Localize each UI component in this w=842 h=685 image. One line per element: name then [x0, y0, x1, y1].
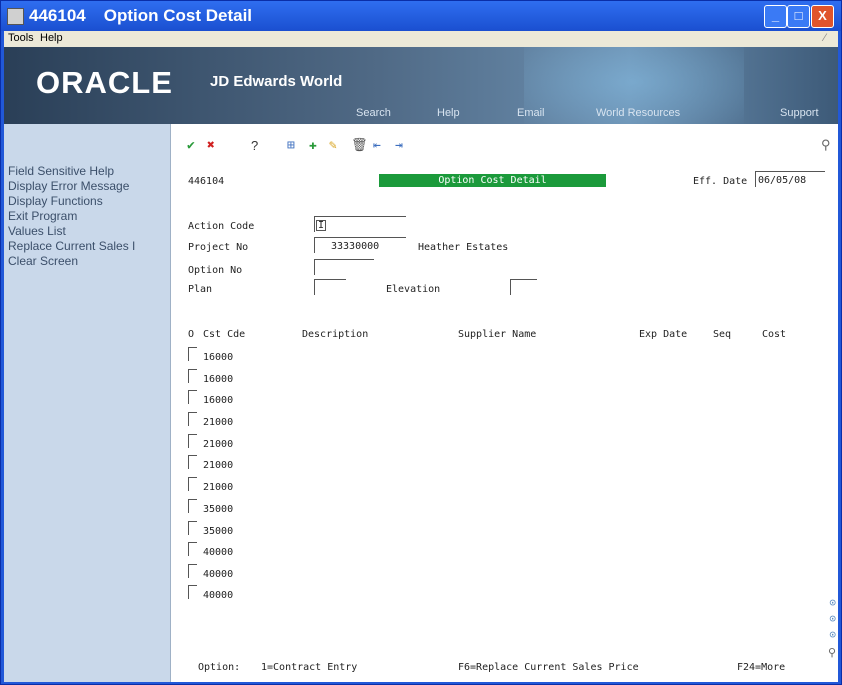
row-option-field[interactable] — [188, 564, 197, 578]
window-title-text: Option Cost Detail — [103, 6, 253, 25]
option-no-field[interactable] — [314, 259, 374, 275]
delete-icon[interactable]: 🗑 — [351, 138, 368, 153]
project-name: Heather Estates — [418, 242, 509, 253]
cancel-icon[interactable]: ✖ — [207, 138, 215, 153]
menu-help[interactable]: Help — [40, 32, 63, 44]
row-cst-cde: 21000 — [203, 417, 234, 428]
form-program-id: 446104 — [188, 176, 225, 187]
nav-support[interactable]: Support — [780, 107, 819, 119]
row-option-field[interactable] — [188, 455, 197, 469]
row-option-field[interactable] — [188, 347, 197, 361]
footer-option-label: Option: — [198, 662, 241, 673]
col-option: O — [188, 329, 195, 340]
search-icon[interactable]: ⚲ — [821, 138, 831, 153]
title-bar: 446104 Option Cost Detail _ □ X — [1, 1, 841, 31]
col-cost: Cost — [762, 329, 787, 340]
action-code-value: I — [316, 220, 327, 231]
col-cst-cde: Cst Cde — [203, 329, 246, 340]
option-no-label: Option No — [188, 265, 243, 276]
maximize-button[interactable]: □ — [787, 5, 810, 28]
sidebar-item-clear-screen[interactable]: Clear Screen — [8, 254, 168, 268]
change-icon[interactable]: ✎ — [329, 138, 337, 153]
oracle-logo: ORACLE — [36, 65, 173, 100]
col-description: Description — [302, 329, 369, 340]
scroll-end-icon[interactable]: ⊙ — [829, 628, 836, 641]
form-header-title: Option Cost Detail — [379, 174, 606, 187]
eff-date-label: Eff. Date — [693, 176, 748, 187]
row-option-field[interactable] — [188, 499, 197, 513]
product-name: JD Edwards World — [210, 73, 343, 90]
form-area: ✔ ✖ ? ⊞ ✚ ✎ 🗑 ⇤ ⇥ ⚲ 446104 Option Cost D… — [171, 124, 838, 682]
nav-search[interactable]: Search — [356, 107, 391, 119]
inquire-icon[interactable]: ⊞ — [287, 138, 295, 153]
row-cst-cde: 21000 — [203, 439, 234, 450]
row-cst-cde: 21000 — [203, 482, 234, 493]
row-option-field[interactable] — [188, 369, 197, 383]
oracle-banner: ORACLE JD Edwards World Search Help Emai… — [4, 47, 838, 124]
action-code-label: Action Code — [188, 221, 255, 232]
row-cst-cde: 21000 — [203, 460, 234, 471]
project-no-value: 33330000 — [331, 241, 380, 252]
zoom-icon[interactable]: ⚲ — [828, 646, 836, 659]
col-exp-date: Exp Date — [639, 329, 688, 340]
add-icon[interactable]: ✚ — [309, 138, 317, 153]
sidebar-item-replace-price[interactable]: Replace Current Sales I — [8, 239, 168, 253]
row-cst-cde: 40000 — [203, 590, 234, 601]
sidebar-item-error-message[interactable]: Display Error Message — [8, 179, 168, 193]
sidebar-item-exit[interactable]: Exit Program — [8, 209, 168, 223]
row-cst-cde: 16000 — [203, 374, 234, 385]
row-option-field[interactable] — [188, 521, 197, 535]
nav-help[interactable]: Help — [437, 107, 460, 119]
plan-label: Plan — [188, 284, 213, 295]
action-code-field[interactable]: I — [314, 216, 406, 232]
sidebar-item-display-functions[interactable]: Display Functions — [8, 194, 168, 208]
eff-date-value: 06/05/08 — [758, 175, 807, 186]
nav-email[interactable]: Email — [517, 107, 545, 119]
previous-icon[interactable]: ⇤ — [373, 138, 381, 153]
plan-field[interactable] — [314, 279, 346, 295]
row-cst-cde: 16000 — [203, 395, 234, 406]
sidebar-item-field-help[interactable]: Field Sensitive Help — [8, 164, 168, 178]
row-option-field[interactable] — [188, 585, 197, 599]
menu-tools[interactable]: Tools — [8, 32, 34, 44]
row-cst-cde: 40000 — [203, 547, 234, 558]
app-icon — [7, 8, 24, 25]
sidebar-item-values-list[interactable]: Values List — [8, 224, 168, 238]
scroll-up-icon[interactable]: ⊙ — [829, 596, 836, 609]
row-option-field[interactable] — [188, 412, 197, 426]
menu-bar: Tools Help ⁄ — [4, 31, 838, 47]
row-option-field[interactable] — [188, 542, 197, 556]
window-program-id: 446104 — [29, 6, 86, 25]
ok-icon[interactable]: ✔ — [187, 138, 195, 153]
row-cst-cde: 40000 — [203, 569, 234, 580]
row-cst-cde: 16000 — [203, 352, 234, 363]
scroll-down-icon[interactable]: ⊙ — [829, 612, 836, 625]
row-cst-cde: 35000 — [203, 526, 234, 537]
row-cst-cde: 35000 — [203, 504, 234, 515]
eff-date-field[interactable]: 06/05/08 — [755, 171, 825, 187]
row-option-field[interactable] — [188, 434, 197, 448]
window-title: 446104 Option Cost Detail — [29, 6, 252, 26]
project-no-field[interactable]: 33330000 — [314, 237, 406, 253]
minimize-button[interactable]: _ — [764, 5, 787, 28]
footer-f6[interactable]: F6=Replace Current Sales Price — [458, 662, 639, 673]
help-icon[interactable]: ? — [251, 138, 258, 153]
close-button[interactable]: X — [811, 5, 834, 28]
col-seq: Seq — [713, 329, 732, 340]
menu-grip-icon: ⁄ — [824, 32, 826, 44]
project-no-label: Project No — [188, 242, 249, 253]
row-option-field[interactable] — [188, 477, 197, 491]
elevation-field[interactable] — [510, 279, 537, 295]
row-option-field[interactable] — [188, 390, 197, 404]
col-supplier: Supplier Name — [458, 329, 537, 340]
function-sidebar: Field Sensitive Help Display Error Messa… — [4, 124, 171, 682]
nav-world-resources[interactable]: World Resources — [596, 107, 680, 119]
footer-option-1: 1=Contract Entry — [261, 662, 358, 673]
next-icon[interactable]: ⇥ — [395, 138, 403, 153]
elevation-label: Elevation — [386, 284, 441, 295]
footer-f24[interactable]: F24=More — [737, 662, 785, 673]
application-window: 446104 Option Cost Detail _ □ X Tools Hel… — [0, 0, 842, 685]
